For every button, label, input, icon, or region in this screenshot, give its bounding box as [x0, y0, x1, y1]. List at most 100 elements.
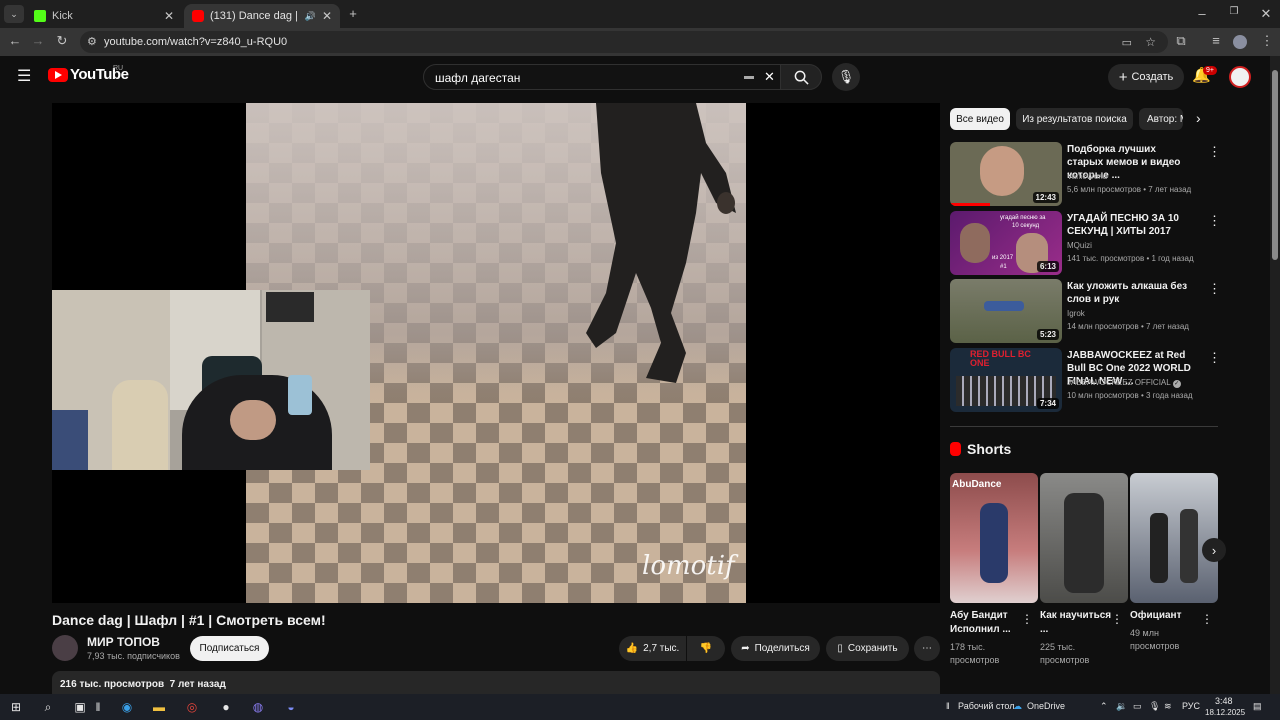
more-actions-button[interactable]: ⋯ [914, 636, 940, 661]
video-player[interactable]: lomotif [52, 103, 940, 603]
site-info-icon[interactable]: ⚙ [87, 35, 97, 48]
reload-button[interactable]: ↻ [53, 33, 71, 49]
obs-icon[interactable]: ◍ [249, 698, 267, 716]
short-title[interactable]: Как научиться ... [1040, 609, 1120, 637]
voice-search-button[interactable]: 🎙 [832, 63, 860, 91]
onedrive-cloud-icon[interactable]: ☁ [1013, 701, 1022, 712]
search-icon[interactable]: ⌕ [39, 698, 57, 716]
recommendation-item[interactable]: RED BULL BC ONE 7:34 JABBAWOCKEEZ at Red… [950, 348, 1221, 412]
volume-icon[interactable]: 🔉 [1116, 701, 1127, 712]
recommendation-thumbnail[interactable]: угадай песню за 10 секунд из 2017 #1 6:1… [950, 211, 1062, 275]
profile-avatar[interactable] [1233, 35, 1247, 49]
clock-date[interactable]: 18.12.2025 [1205, 708, 1245, 717]
windows-start-icon[interactable]: ⊞ [7, 698, 25, 716]
more-vertical-icon[interactable]: ⋮ [1021, 612, 1033, 626]
wifi-icon[interactable]: ≋ [1164, 701, 1172, 712]
short-dancer [980, 503, 1008, 583]
chrome-icon[interactable]: ◎ [183, 698, 201, 716]
chevron-up-icon[interactable]: ⌃ [1100, 701, 1108, 712]
search-input[interactable]: шафл дагестан ▬ ✕ [423, 64, 783, 90]
share-button[interactable]: ➦ Поделиться [731, 636, 820, 661]
tab-youtube[interactable]: (131) Dance dag | Шафл | # 🔊 ✕ [184, 4, 340, 28]
recommendation-item[interactable]: 12:43 Подборка лучших старых мемов и вид… [950, 142, 1221, 206]
save-button[interactable]: ▯ Сохранить [826, 636, 909, 661]
chip-author[interactable]: Автор: М [1139, 108, 1183, 130]
tab-kick[interactable]: Kick ✕ [26, 4, 182, 28]
description-box[interactable]: 216 тыс. просмотров 7 лет назад [52, 671, 940, 694]
like-button[interactable]: 👍 2,7 тыс. [619, 636, 686, 661]
chip-from-search[interactable]: Из результатов поиска [1016, 108, 1133, 130]
network-icon[interactable]: ▭ [1133, 701, 1142, 712]
recommendation-channel[interactable]: MQuizi [1067, 241, 1092, 250]
webcam-overlay [52, 290, 370, 470]
region-label: RU [113, 65, 124, 72]
recommendation-item[interactable]: угадай песню за 10 секунд из 2017 #1 6:1… [950, 211, 1221, 275]
extensions-icon[interactable]: ⧉ [1172, 33, 1190, 49]
search-button[interactable] [780, 64, 822, 90]
more-vertical-icon[interactable]: ⋮ [1111, 612, 1123, 626]
menu-icon[interactable]: ☰ [17, 66, 31, 86]
language-indicator[interactable]: РУС [1182, 701, 1200, 711]
keyboard-icon[interactable]: ▬ [744, 71, 754, 82]
shorts-title: Shorts [967, 441, 1012, 457]
tab-search-button[interactable]: ⌄ [4, 5, 24, 23]
subscribe-button[interactable]: Подписаться [190, 636, 269, 661]
browser-menu-icon[interactable]: ⋮ [1258, 33, 1276, 49]
speaker-icon[interactable]: 🔊 [305, 11, 316, 22]
recommendation-thumbnail[interactable]: RED BULL BC ONE 7:34 [950, 348, 1062, 412]
forward-button[interactable]: → [29, 33, 47, 48]
recommendation-channel[interactable]: Igrok [1067, 309, 1085, 318]
clear-search-icon[interactable]: ✕ [764, 69, 775, 85]
shorts-heading: Shorts [950, 441, 1011, 457]
short-thumbnail[interactable]: AbuDance [950, 473, 1038, 603]
new-tab-button[interactable]: + [343, 6, 363, 21]
youtube-logo-icon[interactable] [48, 68, 68, 82]
more-vertical-icon[interactable]: ⋮ [1208, 350, 1221, 366]
channel-avatar[interactable] [52, 635, 78, 661]
chevron-right-icon[interactable]: › [1196, 110, 1201, 126]
dislike-button[interactable]: 👎 [687, 636, 725, 661]
recommendation-channel[interactable]: JABBAWOCKEEZ OFFICIAL ✓ [1067, 378, 1181, 388]
short-thumbnail[interactable] [1040, 473, 1128, 603]
microphone-icon[interactable]: 🎙 [1149, 701, 1160, 712]
app-icon[interactable]: ● [217, 698, 235, 716]
page-scrollbar[interactable] [1270, 56, 1280, 694]
account-avatar[interactable] [1229, 66, 1251, 88]
shorts-next-button[interactable]: › [1202, 538, 1226, 562]
address-bar[interactable]: ⚙ youtube.com/watch?v=z840_u-RQU0 ▭ ☆ [80, 31, 1168, 53]
close-icon[interactable]: ✕ [322, 9, 332, 23]
back-button[interactable]: ← [6, 33, 24, 48]
short-thumbnail[interactable] [1130, 473, 1218, 603]
recommendation-thumbnail[interactable]: 12:43 [950, 142, 1062, 206]
desktop-label[interactable]: Рабочий стол [958, 701, 1015, 711]
restore-button[interactable]: ❐ [1224, 6, 1244, 17]
edge-icon[interactable]: ◉ [118, 698, 136, 716]
close-icon[interactable]: ✕ [164, 9, 174, 23]
notifications-icon[interactable]: ▤ [1253, 701, 1262, 712]
short-title[interactable]: Официант [1130, 609, 1210, 623]
minimize-button[interactable]: – [1192, 6, 1212, 21]
more-vertical-icon[interactable]: ⋮ [1208, 144, 1221, 160]
scrollbar-thumb[interactable] [1272, 70, 1278, 260]
file-explorer-icon[interactable]: ▬ [150, 698, 168, 716]
recommendation-item[interactable]: 5:23 Как уложить алкаша без слов и рук I… [950, 279, 1221, 343]
youtube-header: ☰ YouTube RU шафл дагестан ▬ ✕ 🎙 + Созда… [0, 56, 1270, 98]
recommendation-channel[interactable]: VanicWorld [1067, 172, 1107, 181]
task-view-icon[interactable]: ▣ [71, 698, 89, 716]
discord-icon[interactable]: ◒ [282, 698, 300, 716]
recommendation-thumbnail[interactable]: 5:23 [950, 279, 1062, 343]
reading-list-icon[interactable]: ≡ [1207, 33, 1225, 48]
chip-all-videos[interactable]: Все видео [950, 108, 1010, 130]
create-button[interactable]: + Создать [1108, 64, 1184, 90]
clock-time[interactable]: 3:48 [1215, 696, 1233, 706]
onedrive-label[interactable]: OneDrive [1027, 701, 1065, 711]
bookmark-star-icon[interactable]: ☆ [1145, 35, 1156, 49]
more-vertical-icon[interactable]: ⋮ [1208, 281, 1221, 297]
window-close-button[interactable]: ✕ [1256, 6, 1276, 22]
more-vertical-icon[interactable]: ⋮ [1208, 213, 1221, 229]
short-title[interactable]: Абу Бандит Исполнил ... [950, 609, 1030, 637]
chair [112, 380, 168, 470]
cast-icon[interactable]: ▭ [1122, 36, 1132, 49]
channel-name[interactable]: МИР ТОПОВ [87, 635, 160, 649]
more-vertical-icon[interactable]: ⋮ [1201, 612, 1213, 626]
